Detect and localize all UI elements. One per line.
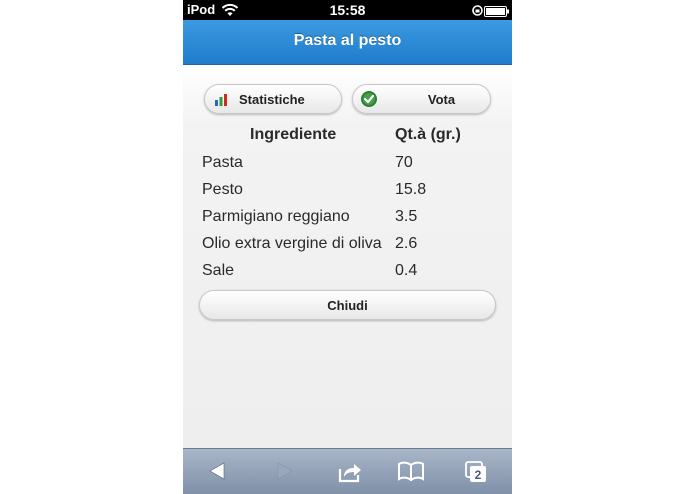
page-title: Pasta al pesto [293, 32, 402, 49]
forward-icon[interactable] [275, 461, 295, 486]
close-button[interactable]: Chiudi [199, 290, 496, 320]
back-icon[interactable] [207, 461, 227, 486]
table-row: Pesto 15.8 [202, 181, 502, 205]
navigation-header: Pasta al pesto [183, 20, 512, 65]
ingredient-name: Pasta [202, 154, 243, 171]
column-header-ingredient: Ingrediente [250, 126, 337, 143]
ingredient-quantity: 3.5 [395, 208, 418, 225]
checkmark-badge-icon [360, 90, 378, 111]
browser-toolbar: 2 [183, 448, 512, 494]
bar-chart-icon [213, 91, 229, 110]
orientation-lock-icon [472, 4, 483, 19]
share-icon[interactable] [338, 461, 362, 488]
table-row: Parmigiano reggiano 3.5 [202, 208, 502, 232]
table-row: Sale 0.4 [202, 262, 502, 286]
stats-button[interactable]: Statistiche [204, 84, 342, 114]
recipe-content: Statistiche Vota Ingrediente Qt.à (gr.) … [183, 65, 512, 448]
status-bar: iPod 15:58 [183, 0, 512, 20]
table-row: Pasta 70 [202, 154, 502, 178]
clock: 15:58 [329, 2, 366, 18]
bookmarks-icon[interactable] [398, 461, 424, 486]
ingredient-quantity: 0.4 [395, 262, 418, 279]
tabs-icon[interactable]: 2 [465, 461, 487, 488]
table-row: Olio extra vergine di oliva 2.6 [202, 235, 502, 259]
vote-button[interactable]: Vota [352, 84, 491, 114]
ingredient-name: Sale [202, 262, 235, 279]
close-button-label: Chiudi [327, 298, 368, 313]
ingredient-name: Pesto [202, 181, 243, 198]
vote-button-label: Vota [427, 92, 456, 107]
battery-icon [484, 5, 510, 20]
column-header-quantity: Qt.à (gr.) [395, 126, 461, 143]
ingredient-name: Parmigiano reggiano [202, 208, 350, 225]
tab-count: 2 [475, 468, 482, 482]
ingredient-quantity: 15.8 [395, 181, 427, 198]
ingredient-quantity: 2.6 [395, 235, 418, 252]
device-screen: iPod 15:58 Pasta al pesto Statistiche Vo… [183, 0, 512, 494]
ingredient-quantity: 70 [395, 154, 413, 171]
stats-button-label: Statistiche [239, 92, 305, 107]
ingredient-name: Olio extra vergine di oliva [202, 235, 382, 252]
